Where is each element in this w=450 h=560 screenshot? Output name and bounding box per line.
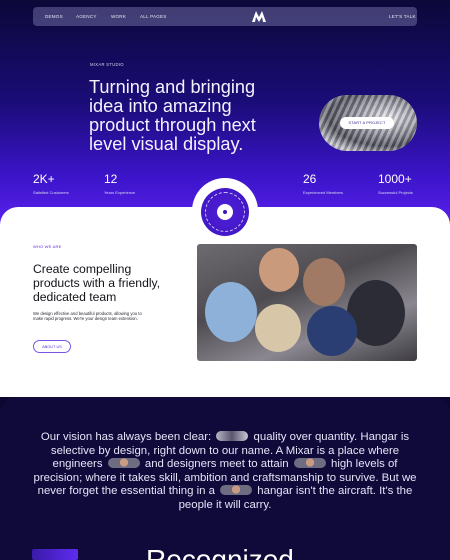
hero-kicker: MIXAR STUDIO (90, 62, 124, 67)
next-section-accent (32, 549, 78, 560)
inline-avatar-chip (293, 457, 326, 468)
hero-headline: Turning and bringing idea into amazing p… (89, 77, 256, 154)
stat-projects: 1000+ Successful Projects (378, 172, 413, 196)
person-shape (205, 282, 257, 342)
nav-link-demos[interactable]: DEMOS (45, 14, 63, 19)
scroll-badge[interactable] (201, 188, 249, 236)
person-shape (255, 304, 301, 352)
nav-link-agency[interactable]: AGENCY (76, 14, 97, 19)
person-shape (303, 258, 345, 306)
stat-customers: 2K+ Satisfied Customers (33, 172, 69, 196)
nav-lets-talk[interactable]: LET'S TALK (389, 14, 416, 19)
stat-members: 26 Experienced Members (303, 172, 344, 196)
play-dot-icon (217, 204, 233, 220)
about-body: We design effective and beautiful produc… (33, 311, 142, 322)
vision-statement: Our vision has always been clear: qualit… (33, 430, 417, 511)
inline-avatar-chip (220, 484, 253, 495)
stat-years: 12 Years Experience (104, 172, 136, 196)
person-shape (259, 248, 299, 292)
about-tag: WHO WE ARE (33, 244, 62, 249)
about-heading: Create compelling products with a friend… (33, 262, 161, 304)
start-project-button[interactable]: START A PROJECT (340, 117, 394, 129)
about-us-button[interactable]: ABOUT US (33, 340, 71, 353)
vision-section: Our vision has always been clear: qualit… (0, 397, 450, 560)
person-shape (307, 306, 357, 356)
inline-image-chip (216, 430, 249, 441)
hero-visual-pill: START A PROJECT (319, 95, 417, 151)
nav-link-work[interactable]: WORK (111, 14, 126, 19)
top-navigation: DEMOS AGENCY WORK ALL PAGES LET'S TALK (33, 7, 417, 26)
team-photo (197, 244, 417, 361)
inline-avatar-chip (107, 457, 140, 468)
mixar-logo-icon[interactable] (252, 11, 266, 22)
nav-link-all-pages[interactable]: ALL PAGES (140, 14, 167, 19)
next-section-heading: Recognized (146, 544, 294, 560)
